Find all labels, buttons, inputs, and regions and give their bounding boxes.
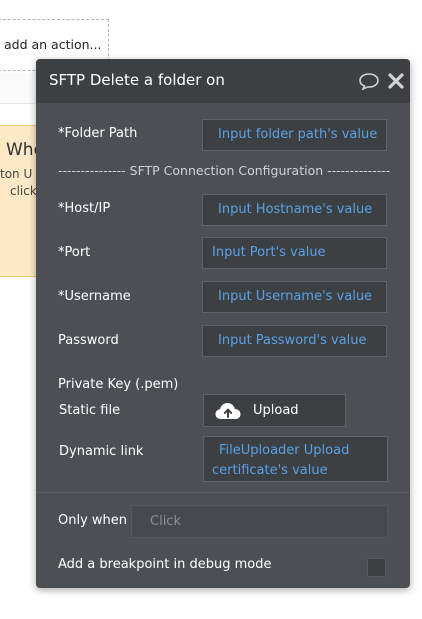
dynamic-link-input[interactable]: FileUploader Upload certificate's value	[203, 436, 388, 482]
upload-button[interactable]: Upload	[203, 394, 346, 427]
section-heading: --------------- SFTP Connection Configur…	[58, 163, 391, 178]
static-file-label: Static file	[59, 403, 121, 418]
folder-path-input[interactable]: Input folder path's value	[202, 119, 387, 151]
only-when-label: Only when	[58, 513, 128, 528]
property-editor-panel: SFTP Delete a folder on S *Folder Path I…	[36, 59, 410, 588]
password-input[interactable]: Input Password's value	[202, 325, 387, 357]
only-when-input[interactable]: Click	[131, 505, 388, 538]
panel-titlebar[interactable]: SFTP Delete a folder on S	[36, 59, 410, 103]
section-divider	[36, 492, 410, 493]
dynamic-link-value-line2: certificate's value	[212, 463, 328, 478]
event-text-line1: ton U	[0, 167, 33, 181]
port-label: *Port	[58, 245, 91, 260]
panel-title: SFTP Delete a folder on S	[49, 71, 224, 89]
dynamic-link-label: Dynamic link	[59, 444, 144, 459]
workflow-event-card[interactable]: Whe ton U click	[0, 125, 44, 277]
password-label: Password	[58, 333, 119, 348]
breakpoint-checkbox[interactable]	[367, 558, 386, 577]
host-label: *Host/IP	[58, 201, 111, 216]
event-text-line2: click	[10, 184, 37, 198]
username-label: *Username	[58, 289, 131, 304]
host-input[interactable]: Input Hostname's value	[202, 194, 387, 226]
close-icon[interactable]	[387, 72, 405, 90]
username-input[interactable]: Input Username's value	[202, 281, 387, 313]
add-action-label: add an action...	[4, 37, 102, 52]
port-input[interactable]: Input Port's value	[202, 237, 387, 269]
upload-button-label: Upload	[253, 403, 299, 418]
comment-icon[interactable]	[358, 72, 380, 90]
private-key-label: Private Key (.pem)	[58, 377, 179, 392]
cloud-upload-icon	[215, 403, 241, 419]
breakpoint-label: Add a breakpoint in debug mode	[58, 557, 272, 572]
folder-path-label: *Folder Path	[58, 126, 138, 141]
dynamic-link-value-line1: FileUploader Upload	[219, 443, 350, 458]
